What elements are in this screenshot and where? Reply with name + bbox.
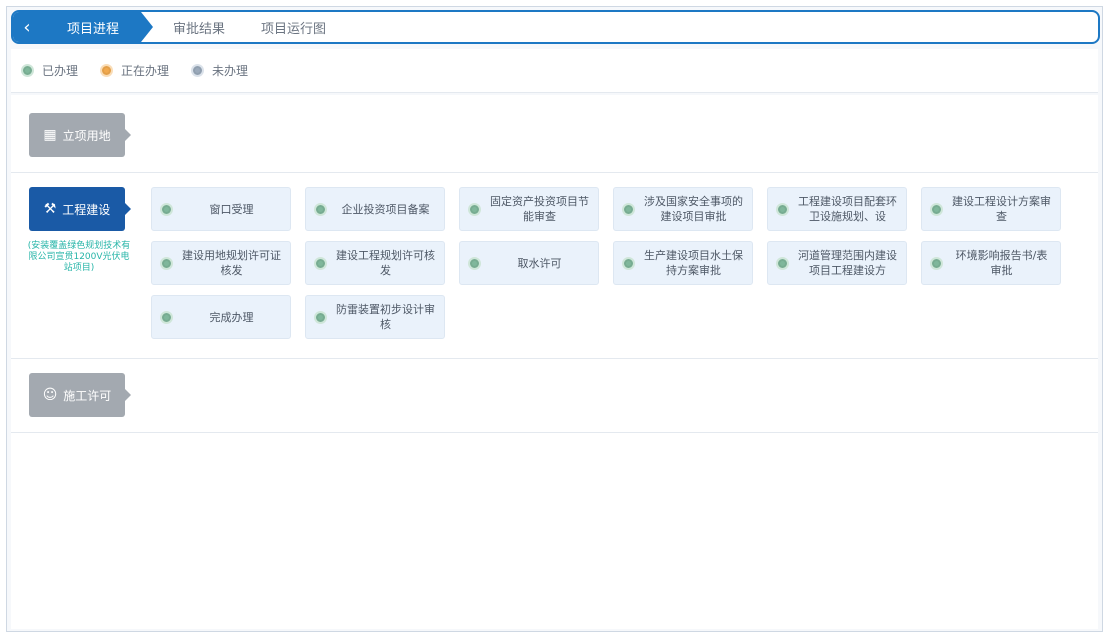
tab-bar: ‹ 项目进程 审批结果 项目运行图 xyxy=(11,10,1100,44)
chevron-left-icon: ‹ xyxy=(23,16,31,38)
progress-main: ▦ 立项用地 ⚒ 工程建设 (安装覆盖绿色规划技术有限公司宣贯1200V光伏电站… xyxy=(11,95,1098,629)
status-dot-done xyxy=(468,256,481,270)
stage-label: 工程建设 xyxy=(62,202,111,217)
approval-item[interactable]: 完成办理 xyxy=(151,295,291,339)
legend-label: 正在办理 xyxy=(121,64,170,78)
status-dot-done xyxy=(21,64,34,77)
status-dot-todo xyxy=(191,64,205,77)
status-dot-doing xyxy=(100,64,114,77)
stage-label: 施工许可 xyxy=(63,388,112,403)
approval-item[interactable]: 工程建设项目配套环卫设施规划、设 xyxy=(767,187,907,231)
status-dot-done xyxy=(930,202,943,216)
approval-item[interactable]: 固定资产投资项目节能审查 xyxy=(459,187,599,231)
legend-todo: 未办理 xyxy=(191,62,248,79)
legend-label: 未办理 xyxy=(212,64,249,78)
status-dot-done xyxy=(622,202,635,216)
legend-done: 已办理 xyxy=(21,62,78,79)
stage-button-land[interactable]: ▦ 立项用地 xyxy=(29,113,131,157)
stage-note: (安装覆盖绿色规划技术有限公司宣贯1200V光伏电站项目) xyxy=(27,241,131,273)
approval-item[interactable]: 建设工程设计方案审查 xyxy=(921,187,1061,231)
status-dot-done xyxy=(160,202,173,216)
status-dot-done xyxy=(622,256,635,270)
tab-project-diagram[interactable]: 项目运行图 xyxy=(243,12,344,42)
worker-icon: ☺ xyxy=(42,387,58,403)
status-dot-done xyxy=(314,310,327,324)
approval-item[interactable]: 建设用地规划许可证核发 xyxy=(151,241,291,285)
crane-icon: ⚒ xyxy=(43,201,57,217)
approval-item[interactable]: 生产建设项目水土保持方案审批 xyxy=(613,241,753,285)
approval-item[interactable]: 环境影响报告书/表审批 xyxy=(921,241,1061,285)
app-frame: ‹ 项目进程 审批结果 项目运行图 已办理 正在办理 未办理 ▦ 立项用地 ⚒ … xyxy=(6,6,1103,632)
tab-approval-results[interactable]: 审批结果 xyxy=(155,12,243,42)
status-dot-done xyxy=(776,202,789,216)
approval-item[interactable]: 窗口受理 xyxy=(151,187,291,231)
stage-button-construction[interactable]: ⚒ 工程建设 xyxy=(29,187,131,231)
legend-doing: 正在办理 xyxy=(100,62,169,79)
status-dot-done xyxy=(776,256,789,270)
stage-row-land: ▦ 立项用地 xyxy=(11,95,1098,173)
approval-item-grid: 窗口受理 企业投资项目备案 固定资产投资项目节能审查 涉及国家安全事项的建设项目… xyxy=(151,187,1081,339)
approval-item[interactable]: 取水许可 xyxy=(459,241,599,285)
status-dot-done xyxy=(930,256,943,270)
tab-project-progress[interactable]: 项目进程 xyxy=(39,12,154,42)
status-dot-done xyxy=(314,256,327,270)
approval-item[interactable]: 涉及国家安全事项的建设项目审批 xyxy=(613,187,753,231)
stage-button-permit[interactable]: ☺ 施工许可 xyxy=(29,373,131,417)
approval-item[interactable]: 防雷装置初步设计审核 xyxy=(305,295,445,339)
building-icon: ▦ xyxy=(43,127,57,143)
approval-item[interactable]: 建设工程规划许可核发 xyxy=(305,241,445,285)
status-dot-done xyxy=(160,310,173,324)
stage-row-permit: ☺ 施工许可 xyxy=(11,359,1098,433)
back-button[interactable]: ‹ xyxy=(13,12,41,42)
approval-item[interactable]: 河道管理范围内建设项目工程建设方 xyxy=(767,241,907,285)
status-dot-done xyxy=(314,202,327,216)
status-dot-done xyxy=(160,256,173,270)
approval-item[interactable]: 企业投资项目备案 xyxy=(305,187,445,231)
status-legend: 已办理 正在办理 未办理 xyxy=(11,49,1098,93)
status-dot-done xyxy=(468,202,481,216)
legend-label: 已办理 xyxy=(42,64,79,78)
stage-label: 立项用地 xyxy=(62,128,111,143)
